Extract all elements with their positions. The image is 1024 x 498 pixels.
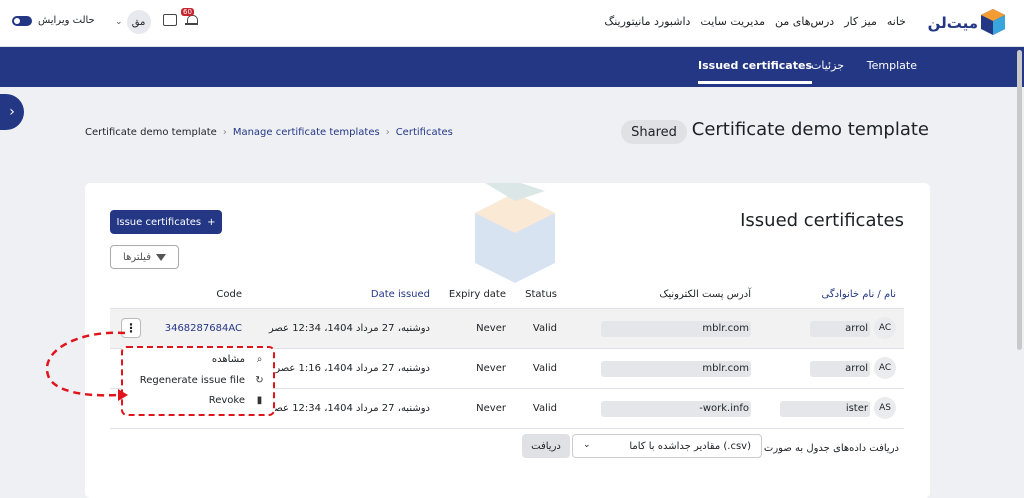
expiry-value: Never: [476, 323, 506, 334]
download-button[interactable]: دریافت: [522, 434, 570, 458]
drawer-toggle-button[interactable]: ›: [0, 94, 24, 130]
nav-site-admin[interactable]: مدیریت سایت: [700, 15, 765, 28]
secondary-nav: Template جزئیات Issued certificates: [0, 47, 1024, 87]
user-name[interactable]: arrol: [845, 323, 868, 334]
certificate-code-link[interactable]: 3468287684AC: [165, 323, 242, 334]
status-value: Valid: [532, 363, 557, 374]
breadcrumb: Certificate demo template › Manage certi…: [85, 127, 453, 138]
user-name[interactable]: arrol: [845, 363, 868, 374]
primary-nav: خانه میز کار درس‌های من مدیریت سایت داشب…: [604, 15, 906, 28]
top-navbar: میت‌لن خانه میز کار درس‌های من مدیریت سا…: [0, 0, 1024, 47]
breadcrumb-item[interactable]: Manage certificate templates: [233, 127, 380, 138]
row-actions-menu: ⌕ مشاهده ↻ Regenerate issue file ▮ Revok…: [121, 346, 275, 416]
user-email: mblr.com: [702, 363, 749, 374]
funnel-icon: [155, 253, 166, 261]
notification-badge: 60: [181, 8, 194, 16]
user-email: mblr.com: [702, 323, 749, 334]
nav-dashboard[interactable]: میز کار: [844, 15, 877, 28]
status-value: Valid: [532, 403, 557, 414]
expiry-value: Never: [476, 363, 506, 374]
logo-cube-icon: [981, 9, 1005, 35]
tab-details[interactable]: جزئیات: [811, 59, 844, 72]
user-name[interactable]: ister: [846, 403, 868, 414]
trash-icon: ▮: [256, 395, 263, 406]
date-issued-value: دوشنبه، 27 مرداد 1404، 1:16 عصر: [275, 363, 430, 374]
filters-label: فیلترها: [123, 251, 151, 263]
brand-name: میت‌لن: [927, 14, 978, 32]
column-header-expiry[interactable]: Expiry date: [449, 289, 506, 300]
breadcrumb-item[interactable]: Certificates: [396, 127, 453, 138]
user-initials: AC: [874, 317, 896, 339]
status-badge: Shared: [621, 120, 687, 144]
section-title: Issued certificates: [740, 210, 904, 231]
refresh-icon: ↻: [255, 375, 264, 386]
download-label: دریافت داده‌های جدول به صورت: [763, 443, 899, 454]
page-title: Certificate demo template: [691, 119, 929, 140]
message-icon[interactable]: [163, 14, 177, 26]
nav-monitoring[interactable]: داشبورد مانیتورینگ: [604, 15, 690, 28]
status-value: Valid: [532, 323, 557, 334]
chevron-right-icon: ›: [9, 104, 15, 120]
user-initials: AC: [874, 357, 896, 379]
plus-icon: +: [207, 216, 216, 228]
chevron-down-icon: ⌄: [583, 440, 591, 450]
page-scrollbar[interactable]: [1017, 50, 1022, 350]
site-logo[interactable]: میت‌لن: [928, 8, 1006, 38]
search-icon: ⌕: [256, 354, 263, 365]
date-issued-value: دوشنبه، 27 مرداد 1404، 12:34 عصر: [268, 323, 430, 334]
column-header-email: آدرس پست الکترونیک: [659, 289, 751, 300]
edit-mode-toggle[interactable]: [12, 15, 32, 26]
breadcrumb-separator-icon: ›: [385, 127, 390, 138]
nav-my-courses[interactable]: درس‌های من: [775, 15, 834, 28]
breadcrumb-separator-icon: ›: [222, 127, 227, 138]
expiry-value: Never: [476, 403, 506, 414]
date-issued-value: دوشنبه، 27 مرداد 1404، 12:34 عصر: [268, 403, 430, 414]
nav-home[interactable]: خانه: [887, 15, 906, 28]
table-header: نام / نام خانوادگی آدرس پست الکترونیک St…: [110, 279, 904, 309]
avatar[interactable]: مق: [126, 10, 151, 34]
menu-item-regenerate[interactable]: Regenerate issue file: [140, 375, 245, 386]
issue-certificates-label: Issue certificates: [116, 216, 202, 228]
edit-mode-switch[interactable]: حالت ویرایش: [12, 15, 95, 26]
breadcrumb-item: Certificate demo template: [85, 127, 217, 138]
watermark-logo-icon: [475, 183, 555, 283]
issue-certificates-button[interactable]: Issue certificates +: [110, 210, 222, 234]
column-header-status[interactable]: Status: [525, 289, 557, 300]
tab-template[interactable]: Template: [867, 59, 917, 72]
column-header-code: Code: [216, 289, 242, 300]
menu-item-revoke[interactable]: Revoke: [209, 395, 245, 406]
filters-button[interactable]: فیلترها: [110, 245, 179, 269]
column-header-name[interactable]: نام / نام خانوادگی: [822, 289, 896, 300]
table-row: AC arrol mblr.com Valid Never دوشنبه، 27…: [110, 309, 904, 349]
tab-issued-certificates[interactable]: Issued certificates: [698, 59, 812, 84]
edit-mode-label: حالت ویرایش: [38, 15, 95, 26]
download-format-select[interactable]: مقادیر جداشده با کاما (.csv) ⌄: [572, 434, 762, 458]
user-initials: AS: [874, 397, 896, 419]
annotation-arrow: [45, 331, 128, 401]
menu-item-view[interactable]: مشاهده: [212, 354, 245, 365]
column-header-date-issued[interactable]: Date issued: [371, 289, 430, 300]
chevron-down-icon: ⌄: [115, 17, 123, 27]
user-email: -work.info: [699, 403, 749, 414]
user-menu[interactable]: ⌄ مق: [115, 10, 151, 34]
